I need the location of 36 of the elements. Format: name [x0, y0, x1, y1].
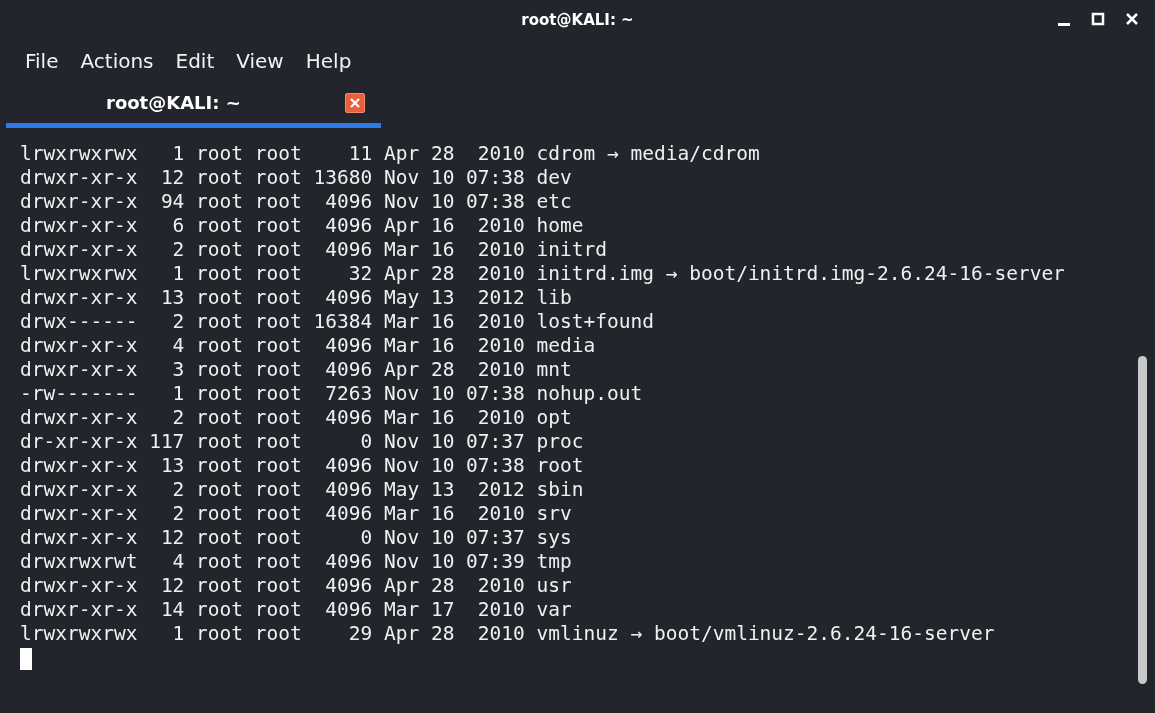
terminal-line: drwxr-xr-x 14 root root 4096 Mar 17 2010 var — [20, 598, 573, 622]
terminal-line: drwxr-xr-x 12 root root 13680 Nov 10 07:38 dev — [20, 166, 573, 190]
terminal-line: drwxr-xr-x 12 root root 0 Nov 10 07:37 sys — [20, 526, 573, 550]
text-cursor — [20, 648, 32, 670]
menu-item[interactable]: File — [14, 49, 70, 73]
menu-item[interactable]: Edit — [164, 49, 226, 73]
terminal-tab[interactable]: root@KALI: ~ — [6, 82, 381, 128]
terminal-line: drwxr-xr-x 6 root root 4096 Apr 16 2010 home — [20, 214, 585, 238]
close-icon — [1125, 12, 1139, 26]
tab-close-button[interactable] — [345, 92, 365, 113]
terminal-line: drwxr-xr-x 2 root root 4096 Mar 16 2010 srv — [20, 502, 573, 526]
minimize-icon — [1058, 22, 1070, 26]
terminal-line: drwxr-xr-x 2 root root 4096 Mar 16 2010 initrd — [20, 238, 608, 262]
terminal-line: drwxr-xr-x 13 root root 4096 May 13 2012 lib — [20, 286, 573, 310]
menu-item[interactable]: Help — [294, 49, 363, 73]
maximize-button[interactable] — [1089, 10, 1107, 28]
terminal-line: drwxr-xr-x 12 root root 4096 Apr 28 2010 usr — [20, 574, 573, 598]
terminal-line: dr-xr-xr-x 117 root root 0 Nov 10 07:37 proc — [20, 430, 585, 454]
terminal-line: lrwxrwxrwx 1 root root 29 Apr 28 2010 vmlinuz → boot/vmlinuz-2.6.24-16-server — [20, 622, 996, 646]
terminal-line: drwxr-xr-x 3 root root 4096 Apr 28 2010 mnt — [20, 358, 573, 382]
terminal-line: drwxr-xr-x 13 root root 4096 Nov 10 07:38 root — [20, 454, 585, 478]
menu-item[interactable]: Actions — [69, 49, 165, 73]
terminal-line: lrwxrwxrwx 1 root root 32 Apr 28 2010 initrd.img → boot/initrd.img-2.6.24-16-server — [20, 262, 1065, 286]
terminal-line: drwxr-xr-x 2 root root 4096 May 13 2012 sbin — [20, 478, 585, 502]
menu-item[interactable]: View — [225, 49, 295, 73]
terminal-line: -rw------- 1 root root 7263 Nov 10 07:38 nohup.out — [20, 382, 644, 406]
maximize-icon — [1091, 12, 1105, 26]
terminal-line: drwxrwxrwt 4 root root 4096 Nov 10 07:39 tmp — [20, 550, 573, 574]
terminal-line: drwxr-xr-x 94 root root 4096 Nov 10 07:38 etc — [20, 190, 573, 214]
scrollbar-thumb[interactable] — [1138, 356, 1147, 684]
terminal-line: drwxr-xr-x 4 root root 4096 Mar 16 2010 media — [20, 334, 597, 358]
terminal-line: drwxr-xr-x 2 root root 4096 Mar 16 2010 opt — [20, 406, 573, 430]
terminal-line: drwx------ 2 root root 16384 Mar 16 2010 lost+found — [20, 310, 655, 334]
window-title: root@KALI: ~ — [521, 11, 634, 29]
terminal-line: lrwxrwxrwx 1 root root 11 Apr 28 2010 cdrom → media/cdrom — [20, 142, 761, 166]
close-icon — [349, 96, 361, 109]
